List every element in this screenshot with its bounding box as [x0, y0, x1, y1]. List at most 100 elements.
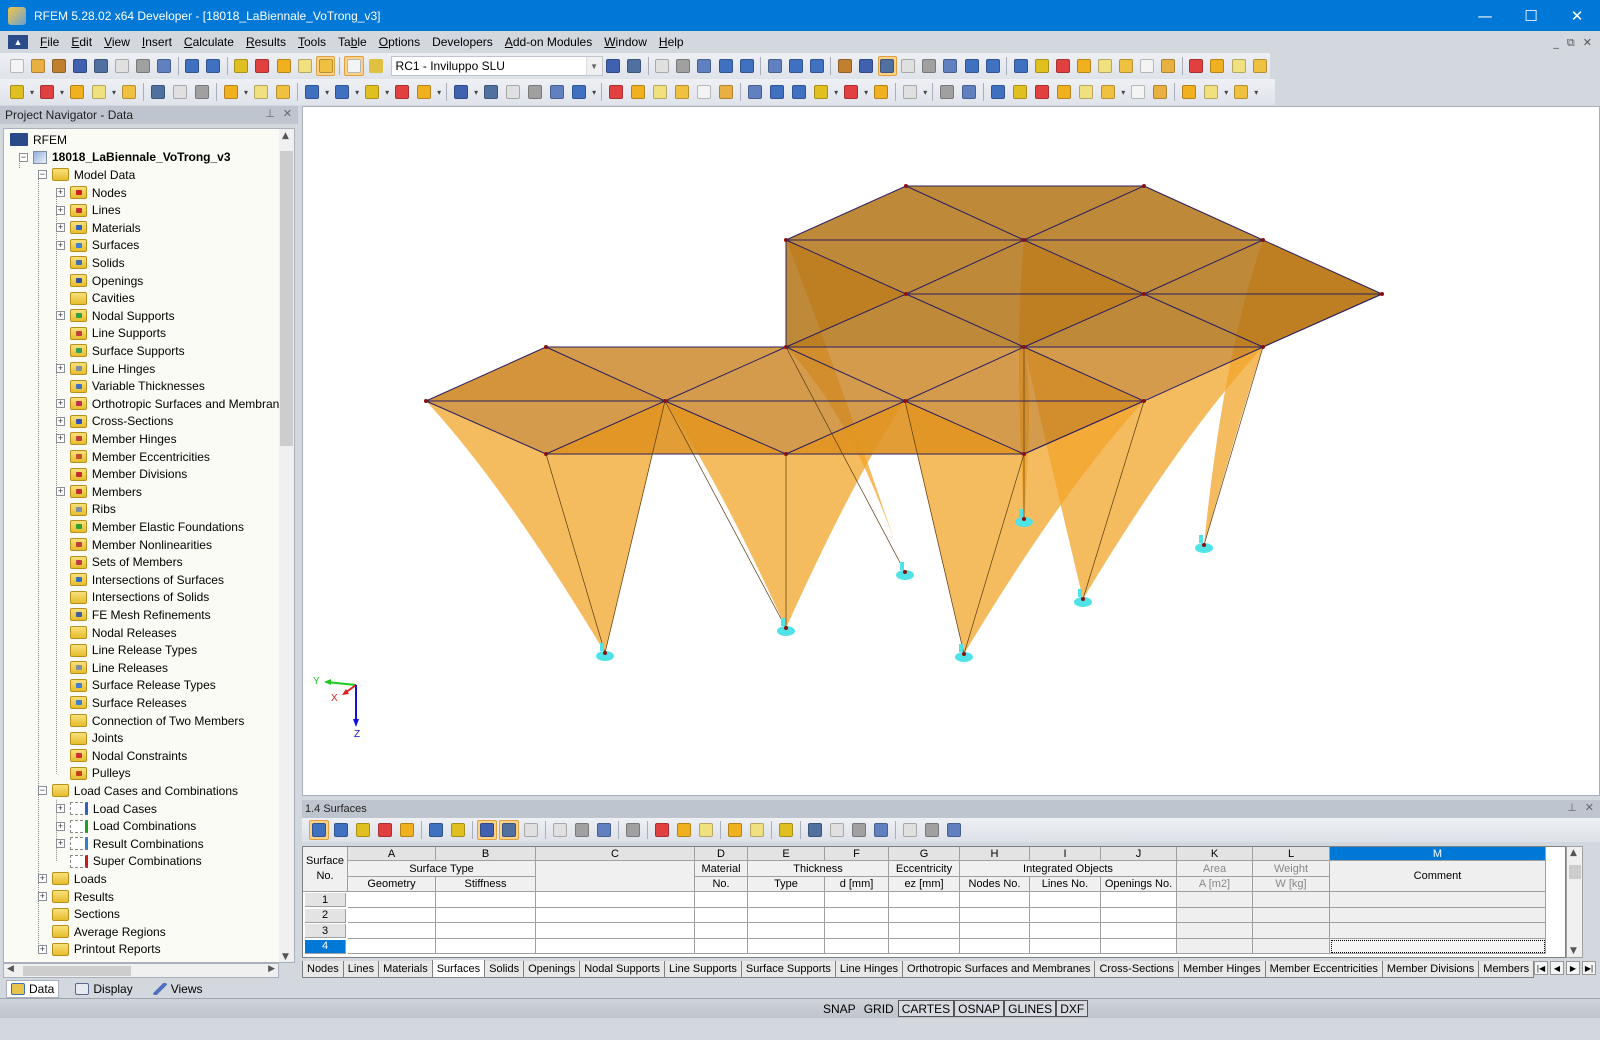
tree-item-fe-mesh-refinements[interactable]: FE Mesh Refinements — [56, 606, 211, 624]
tree-item-pulleys[interactable]: Pulleys — [56, 765, 131, 783]
tablerow-tool-button-2[interactable] — [572, 820, 592, 840]
scroll-up-icon[interactable]: ▲ — [1570, 848, 1577, 858]
tableformula-tool-button-3[interactable] — [944, 820, 964, 840]
display-tool-button-6[interactable] — [941, 56, 960, 76]
collapse-icon[interactable]: − — [37, 786, 47, 796]
tree-item-intersections-of-surfaces[interactable]: Intersections of Surfaces — [56, 571, 224, 589]
select-tool-button-4[interactable] — [672, 82, 692, 102]
model-node[interactable] — [904, 184, 908, 188]
tree-item-member-divisions[interactable]: Member Divisions — [56, 465, 187, 483]
table-cell[interactable] — [1330, 938, 1546, 954]
tree-item-member-eccentricities[interactable]: Member Eccentricities — [56, 448, 210, 466]
expand-icon[interactable]: + — [55, 223, 65, 233]
dropdown-arrow-icon[interactable]: ▾ — [385, 88, 389, 97]
tree-item-nodal-constraints[interactable]: Nodal Constraints — [56, 747, 187, 765]
tree-item-orthotropic-surfaces-and-membranes[interactable]: + Orthotropic Surfaces and Membranes — [55, 395, 292, 413]
dim-tool-button-3[interactable] — [273, 82, 293, 102]
file-tool-button-13[interactable] — [274, 56, 293, 76]
column-header-c[interactable]: C — [536, 847, 695, 861]
tree-item-ribs[interactable]: Ribs — [56, 501, 116, 519]
view-tool-button-3[interactable] — [807, 56, 826, 76]
table-tool-button-1[interactable] — [309, 820, 329, 840]
pin-icon[interactable]: ⊥ — [1567, 801, 1577, 814]
tree-item-line-hinges[interactable]: + Line Hinges — [55, 360, 155, 378]
tablesel-tool-button-2[interactable] — [499, 820, 519, 840]
file-tool-button-11[interactable] — [232, 56, 251, 76]
tableexport-tool-button-1[interactable] — [805, 820, 825, 840]
scroll-down-icon[interactable]: ▼ — [282, 952, 289, 962]
menu-table[interactable]: Table — [332, 35, 373, 49]
table-cell[interactable] — [1030, 892, 1101, 908]
column-header-h[interactable]: H — [960, 847, 1030, 861]
mesh-tool-button-2[interactable] — [1010, 82, 1030, 102]
dropdown-arrow-icon[interactable]: ▾ — [834, 88, 838, 97]
tree-item-member-nonlinearities[interactable]: Member Nonlinearities — [56, 536, 212, 554]
column-header-k[interactable]: K — [1177, 847, 1253, 861]
table-vertical-scrollbar[interactable]: ▲ ▼ — [1566, 846, 1583, 958]
tree-item-openings[interactable]: Openings — [56, 272, 143, 290]
tools-tool-button-2[interactable] — [1032, 56, 1051, 76]
sheet-tab-line-supports[interactable]: Line Supports — [664, 961, 742, 978]
tableexport-tool-button-4[interactable] — [871, 820, 891, 840]
viewdir-tool-button-5[interactable] — [841, 82, 861, 102]
scroll-down-icon[interactable]: ▼ — [1570, 946, 1577, 956]
tablecopy-tool-button-1[interactable] — [652, 820, 672, 840]
sheet-tab-lines[interactable]: Lines — [342, 961, 380, 978]
dropdown-arrow-icon[interactable]: ▾ — [437, 88, 441, 97]
model-node[interactable] — [904, 292, 908, 296]
tree-item-sections[interactable]: Sections — [38, 905, 120, 923]
mesh-tool-button-6[interactable] — [1098, 82, 1118, 102]
navigator-horizontal-scrollbar[interactable]: ◀ ▶ — [3, 963, 279, 978]
viewdir-tool-button-1[interactable] — [745, 82, 765, 102]
tree-item-load-combinations[interactable]: + Load Combinations — [55, 817, 196, 835]
addon-tool-button-2[interactable] — [1208, 56, 1227, 76]
sheet-tab-nodes[interactable]: Nodes — [302, 961, 344, 978]
model-node[interactable] — [1261, 345, 1265, 349]
mesh-tool-button-1[interactable] — [988, 82, 1008, 102]
sheet-tab-line-hinges[interactable]: Line Hinges — [834, 961, 904, 978]
mesh-tool-button-5[interactable] — [1076, 82, 1096, 102]
surfaces-table[interactable]: SurfaceNo.AGeometryBStiffnessCBoundary L… — [302, 846, 1566, 958]
table-cell[interactable] — [536, 923, 695, 939]
model-node[interactable] — [544, 345, 548, 349]
addon-tool-button-1[interactable] — [1187, 56, 1206, 76]
member-tool-button-3[interactable] — [503, 82, 523, 102]
dropdown-arrow-icon[interactable]: ▾ — [244, 88, 248, 97]
tree-item-results[interactable]: + Results — [37, 888, 114, 906]
select-tool-button-5[interactable] — [694, 82, 714, 102]
model-node[interactable] — [1081, 597, 1085, 601]
tree-item-nodal-supports[interactable]: + Nodal Supports — [55, 307, 175, 325]
table-cell[interactable] — [1253, 923, 1330, 939]
results-tool-button-3[interactable] — [695, 56, 714, 76]
table-cell[interactable] — [348, 907, 436, 923]
menu-calculate[interactable]: Calculate — [178, 35, 240, 49]
nav-tool-button-1[interactable] — [604, 56, 623, 76]
tableexport-tool-button-2[interactable] — [827, 820, 847, 840]
model-node[interactable] — [1022, 345, 1026, 349]
model-node[interactable] — [784, 238, 788, 242]
tree-item-cavities[interactable]: Cavities — [56, 289, 135, 307]
table-cell[interactable] — [1330, 892, 1546, 908]
expand-icon[interactable]: + — [55, 188, 65, 198]
member-tool-button-6[interactable] — [569, 82, 589, 102]
next-sheet-button[interactable]: ▶ — [1566, 961, 1580, 975]
tree-item-result-combinations[interactable]: + Result Combinations — [55, 835, 204, 853]
dropdown-arrow-icon[interactable]: ▾ — [864, 88, 868, 97]
tree-item-surface-release-types[interactable]: Surface Release Types — [56, 677, 216, 695]
sheet-tab-orthotropic-surfaces-and-membranes[interactable]: Orthotropic Surfaces and Membranes — [902, 961, 1096, 978]
file-tool-button-2[interactable] — [28, 56, 47, 76]
table-cell[interactable] — [960, 938, 1030, 954]
mesh-tool-button-3[interactable] — [1032, 82, 1052, 102]
table-cell[interactable] — [889, 892, 960, 908]
tabledel-tool-button-1[interactable] — [623, 820, 643, 840]
expand-icon[interactable]: + — [55, 364, 65, 374]
tools-tool-button-7[interactable] — [1138, 56, 1157, 76]
menu-view[interactable]: View — [98, 35, 136, 49]
table-cell[interactable] — [748, 923, 825, 939]
tree-item-line-releases[interactable]: Line Releases — [56, 659, 168, 677]
file-tool-button-1[interactable] — [7, 56, 26, 76]
tree-item-surface-releases[interactable]: Surface Releases — [56, 694, 187, 712]
tree-item-sets-of-members[interactable]: Sets of Members — [56, 553, 183, 571]
insert-tool-button-5[interactable] — [119, 82, 139, 102]
file-tool-button-6[interactable] — [112, 56, 131, 76]
